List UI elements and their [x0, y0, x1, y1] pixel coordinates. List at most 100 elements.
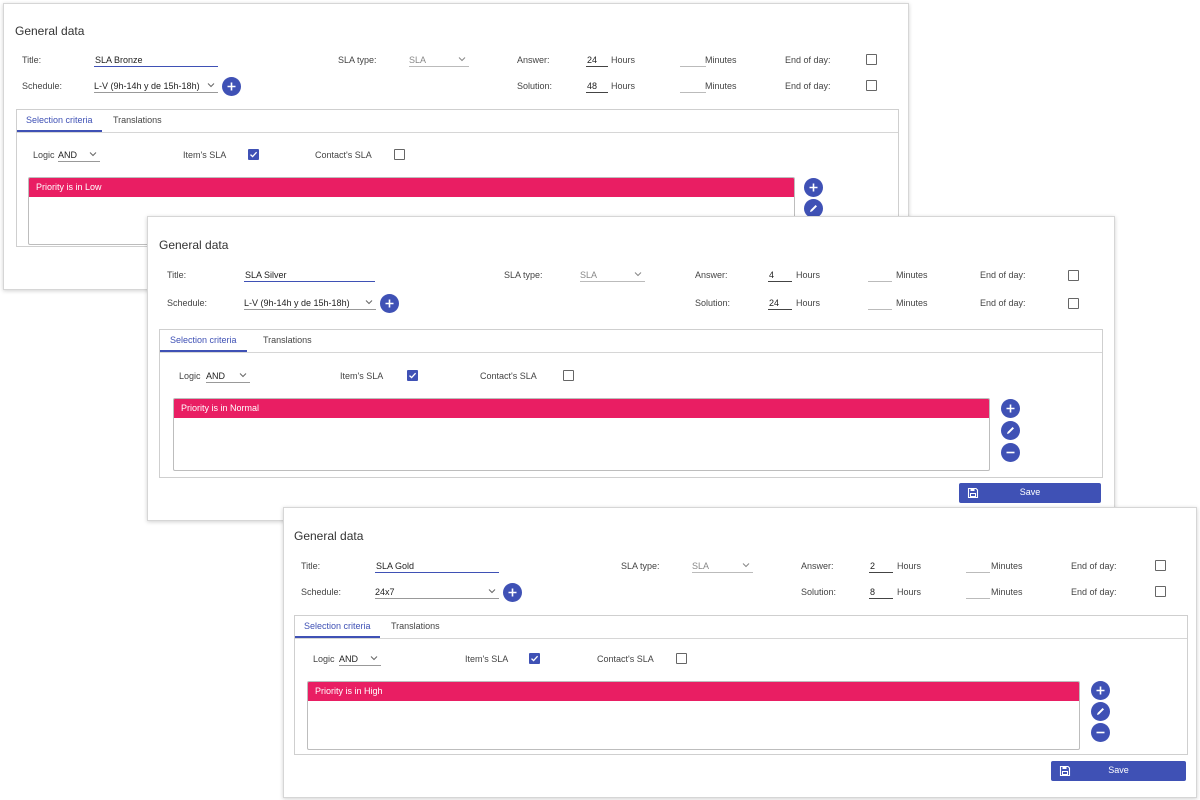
add-schedule-button[interactable] — [503, 583, 522, 602]
solution-label: Solution: — [801, 587, 837, 597]
save-button[interactable]: Save — [1051, 761, 1186, 781]
solution-hours-label: Hours — [897, 587, 922, 597]
contacts-sla-label: Contact's SLA — [315, 150, 372, 160]
title-input[interactable]: SLA Bronze — [94, 55, 218, 67]
edit-criteria-button[interactable] — [1001, 421, 1020, 440]
chevron-down-icon — [207, 81, 215, 89]
chevron-down-icon — [742, 561, 750, 569]
title-label: Title: — [301, 561, 321, 571]
answer-minutes-input[interactable] — [680, 55, 706, 67]
sla-type-select[interactable]: SLA — [580, 270, 645, 282]
contacts-sla-checkbox[interactable] — [676, 653, 687, 664]
sla-panel-gold: General data Title: SLA Gold Schedule: 2… — [283, 507, 1197, 798]
add-criteria-button[interactable] — [1001, 399, 1020, 418]
plus-icon — [227, 82, 236, 91]
chevron-down-icon — [370, 654, 378, 662]
answer-end-of-day-checkbox[interactable] — [1155, 560, 1166, 571]
solution-minutes-input[interactable] — [868, 298, 892, 310]
answer-end-of-day-label: End of day: — [785, 55, 831, 65]
title-label: Title: — [167, 270, 187, 280]
solution-minutes-input[interactable] — [680, 81, 706, 93]
plus-icon — [508, 588, 517, 597]
title-input[interactable]: SLA Silver — [244, 270, 375, 282]
tab-selection-criteria[interactable]: Selection criteria — [295, 616, 380, 638]
contacts-sla-checkbox[interactable] — [394, 149, 405, 160]
minus-icon — [1096, 731, 1105, 734]
items-sla-checkbox[interactable] — [529, 653, 540, 664]
criteria-row[interactable]: Priority is in Normal — [174, 399, 989, 418]
answer-end-of-day-label: End of day: — [1071, 561, 1117, 571]
remove-criteria-button[interactable] — [1091, 723, 1110, 742]
answer-hours-label: Hours — [897, 561, 922, 571]
solution-minutes-label: Minutes — [991, 587, 1023, 597]
items-sla-checkbox[interactable] — [407, 370, 418, 381]
contacts-sla-label: Contact's SLA — [597, 654, 654, 664]
tab-translations[interactable]: Translations — [111, 110, 164, 132]
solution-end-of-day-checkbox[interactable] — [866, 80, 877, 91]
solution-end-of-day-label: End of day: — [980, 298, 1026, 308]
sla-type-select[interactable]: SLA — [409, 55, 469, 67]
logic-select[interactable]: AND — [58, 150, 100, 162]
criteria-row[interactable]: Priority is in High — [308, 682, 1079, 701]
check-icon — [409, 372, 417, 379]
add-schedule-button[interactable] — [380, 294, 399, 313]
tab-selection-criteria[interactable]: Selection criteria — [17, 110, 102, 132]
solution-minutes-label: Minutes — [896, 298, 928, 308]
solution-hours-input[interactable]: 24 — [768, 298, 792, 310]
schedule-label: Schedule: — [301, 587, 342, 597]
schedule-select[interactable]: L-V (9h-14h y de 15h-18h) — [244, 298, 376, 310]
answer-hours-label: Hours — [796, 270, 821, 280]
solution-hours-label: Hours — [796, 298, 821, 308]
answer-hours-input[interactable]: 24 — [586, 55, 608, 67]
solution-hours-input[interactable]: 48 — [586, 81, 608, 93]
sla-type-label: SLA type: — [621, 561, 660, 571]
logic-select[interactable]: AND — [206, 371, 250, 383]
section-title: General data — [294, 529, 364, 543]
tab-translations[interactable]: Translations — [389, 616, 442, 638]
solution-end-of-day-label: End of day: — [1071, 587, 1117, 597]
title-input[interactable]: SLA Gold — [375, 561, 499, 573]
answer-minutes-input[interactable] — [868, 270, 892, 282]
criteria-row[interactable]: Priority is in Low — [29, 178, 794, 197]
schedule-value: L-V (9h-14h y de 15h-18h) — [94, 81, 200, 91]
save-button[interactable]: Save — [959, 483, 1101, 503]
tab-translations[interactable]: Translations — [261, 330, 314, 352]
schedule-select[interactable]: L-V (9h-14h y de 15h-18h) — [94, 81, 218, 93]
items-sla-label: Item's SLA — [465, 654, 509, 664]
chevron-down-icon — [239, 371, 247, 379]
answer-end-of-day-checkbox[interactable] — [1068, 270, 1079, 281]
solution-label: Solution: — [695, 298, 731, 308]
solution-end-of-day-checkbox[interactable] — [1155, 586, 1166, 597]
plus-icon — [385, 299, 394, 308]
add-schedule-button[interactable] — [222, 77, 241, 96]
check-icon — [250, 151, 258, 158]
section-title: General data — [15, 24, 85, 38]
schedule-value: 24x7 — [375, 587, 395, 597]
answer-minutes-input[interactable] — [966, 561, 990, 573]
solution-end-of-day-checkbox[interactable] — [1068, 298, 1079, 309]
tab-selection-criteria[interactable]: Selection criteria — [160, 330, 247, 352]
solution-minutes-input[interactable] — [966, 587, 990, 599]
sla-type-label: SLA type: — [338, 55, 377, 65]
logic-label: Logic — [33, 150, 55, 160]
remove-criteria-button[interactable] — [1001, 443, 1020, 462]
section-title: General data — [159, 238, 229, 252]
chevron-down-icon — [365, 298, 373, 306]
save-label: Save — [1108, 765, 1129, 775]
answer-label: Answer: — [801, 561, 834, 571]
schedule-select[interactable]: 24x7 — [375, 587, 499, 599]
sla-type-select[interactable]: SLA — [692, 561, 753, 573]
contacts-sla-checkbox[interactable] — [563, 370, 574, 381]
items-sla-checkbox[interactable] — [248, 149, 259, 160]
chevron-down-icon — [89, 150, 97, 158]
logic-select[interactable]: AND — [339, 654, 381, 666]
add-criteria-button[interactable] — [804, 178, 823, 197]
answer-hours-input[interactable]: 4 — [768, 270, 792, 282]
answer-end-of-day-checkbox[interactable] — [866, 54, 877, 65]
add-criteria-button[interactable] — [1091, 681, 1110, 700]
solution-hours-input[interactable]: 8 — [869, 587, 893, 599]
answer-hours-label: Hours — [611, 55, 636, 65]
answer-hours-input[interactable]: 2 — [869, 561, 893, 573]
logic-label: Logic — [313, 654, 335, 664]
edit-criteria-button[interactable] — [1091, 702, 1110, 721]
